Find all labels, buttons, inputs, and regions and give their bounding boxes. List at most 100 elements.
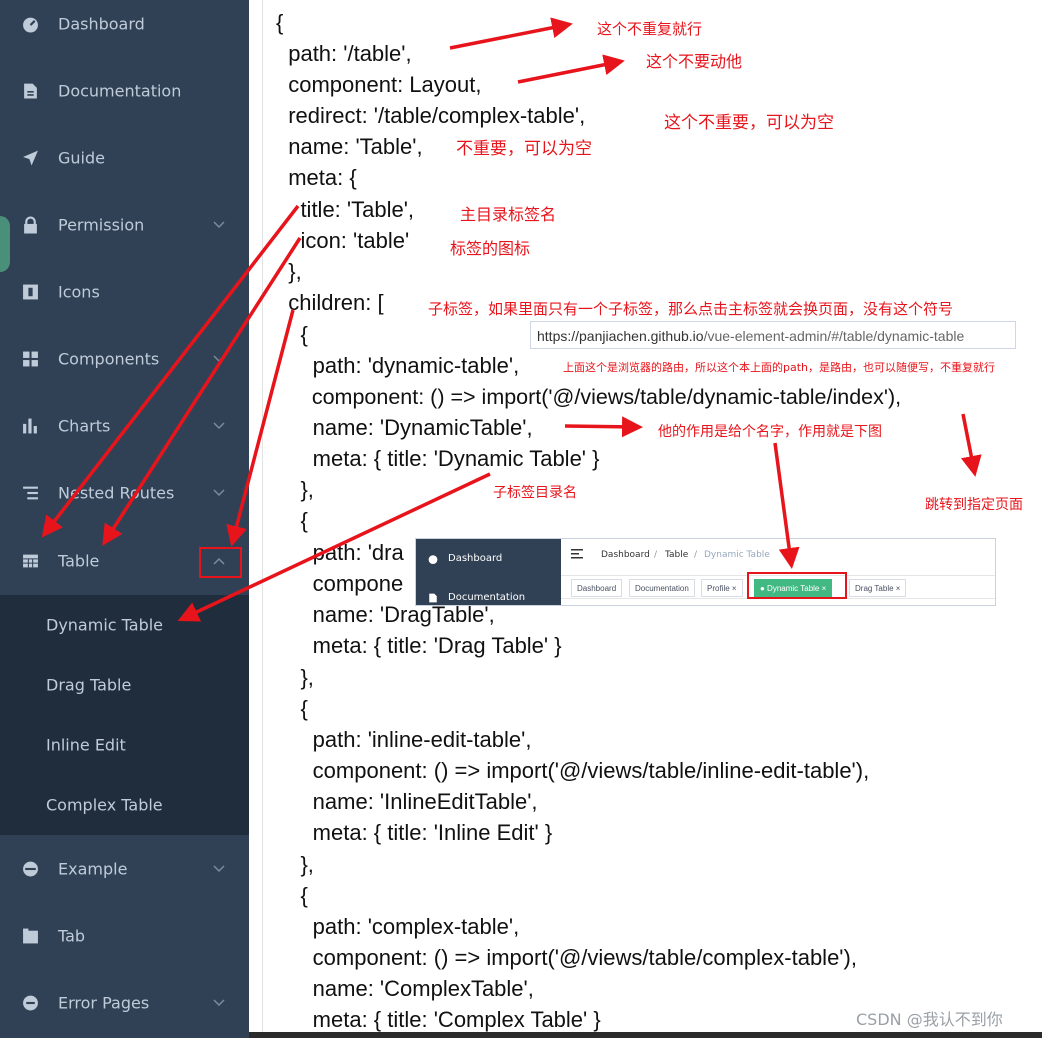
chevron-down-icon [213,998,225,1006]
submenu-item-complex-table[interactable]: Complex Table [0,775,249,835]
sidebar-item-label: Example [58,859,128,878]
code-line: meta: { title: 'Inline Edit' } [276,820,553,845]
code-line: }, [276,665,314,690]
sidebar-item-label: Table [58,551,100,570]
code-line: { [276,322,308,347]
annotation-highlight-box [199,547,242,578]
sidebar-item-label: Dashboard [58,14,145,33]
guide-icon [23,150,38,165]
submenu-item-inline-edit[interactable]: Inline Edit [0,715,249,775]
code-line: name: 'DynamicTable', [276,415,533,440]
inset-breadcrumb-table: Table [665,550,689,560]
bottom-bar [249,1032,1042,1038]
watermark: CSDN @我认不到你 [856,1010,1003,1029]
chevron-down-icon [213,220,225,228]
annotation-children: 子标签，如果里面只有一个子标签，那么点击主标签就会换页面，没有这个符号 [428,300,954,318]
code-line: component: () => import('@/views/table/i… [276,758,870,783]
chevron-down-icon [213,421,225,429]
sidebar-item-example[interactable]: Example [0,835,249,902]
sidebar-item-tab[interactable]: Tab [0,902,249,969]
code-line: path: '/table', [276,41,412,66]
document-icon [429,593,437,603]
code-line: compone [276,571,404,596]
code-line: meta: { title: 'Dynamic Table' } [276,446,600,471]
inset-tag-drag-table: Drag Table × [849,579,907,597]
code-line: path: 'dra [276,540,404,565]
dashboard-icon [23,17,38,32]
annotation-child-title: 子标签目录名 [493,485,577,501]
annotation-path: 这个不重复就行 [597,20,703,38]
code-line: icon: 'table' [276,228,410,253]
document-icon [24,83,37,98]
sidebar-item-documentation[interactable]: Documentation [0,57,249,124]
icons-icon [23,284,38,299]
code-line: children: [ [276,290,384,315]
browser-url-bar: https://panjiachen.github.io/vue-element… [530,321,1016,349]
inset-breadcrumb-dashboard: Dashboard [601,550,650,560]
sidebar-item-label: Components [58,349,160,368]
code-line: meta: { title: 'Complex Table' } [276,1007,601,1032]
code-line: { [276,696,308,721]
sidebar-item-nested-routes[interactable]: Nested Routes [0,459,249,526]
nested-icon [23,486,38,499]
code-line: { [276,10,284,35]
annotation-icon: 标签的图标 [450,239,531,258]
code-line: name: 'Table', [276,134,423,159]
sidebar-item-icons[interactable]: Icons [0,258,249,325]
annotation-child-path: 上面这个是浏览器的路由，所以这个本上面的path，是路由，也可以随便写，不重复就… [563,361,996,374]
annotation-name: 不重要，可以为空 [456,139,592,159]
sidebar-item-guide[interactable]: Guide [0,124,249,191]
sidebar-item-charts[interactable]: Charts [0,392,249,459]
inset-breadcrumb-separator: / [654,550,658,560]
submenu-item-label: Inline Edit [46,735,126,755]
code-line: component: Layout, [276,72,482,97]
chart-icon [23,418,37,433]
code-line: path: 'dynamic-table', [276,353,520,378]
submenu-item-label: Complex Table [46,795,163,815]
code-line: title: 'Table', [276,197,415,222]
sidebar-item-label: Documentation [58,81,182,100]
sidebar-item-label: Permission [58,215,145,234]
sidebar-item-components[interactable]: Components [0,325,249,392]
code-line: }, [276,259,302,284]
code-line: { [276,508,308,533]
url-host: https://panjiachen.github.io [537,328,704,344]
code-line: path: 'inline-edit-table', [276,727,532,752]
sidebar-item-label: Icons [58,282,100,301]
code-line: component: () => import('@/views/table/d… [276,385,902,409]
submenu-item-label: Dynamic Table [46,615,164,635]
dashboard-icon [428,555,438,564]
example-icon [23,861,38,876]
code-line: redirect: '/table/complex-table', [276,103,586,128]
inset-sidebar-label: Dashboard [448,553,503,564]
sidebar-item-error-pages[interactable]: Error Pages [0,969,249,1036]
annotation-child-name: 他的作用是给个名字，作用就是下图 [658,424,882,440]
sidebar-item-dashboard[interactable]: Dashboard [0,0,249,57]
annotation-redirect: 这个不重要，可以为空 [664,113,834,133]
inset-screenshot: Dashboard Documentation Dashboard / Tabl… [415,538,996,606]
submenu-item-label: Drag Table [46,675,132,695]
inset-tag-profile: Profile × [701,579,743,597]
code-line: name: 'InlineEditTable', [276,789,538,814]
error-icon [23,995,38,1010]
url-path: /vue-element-admin/#/table/dynamic-table [703,328,965,344]
table-icon [23,554,38,567]
inset-sidebar: Dashboard Documentation [416,539,561,605]
submenu-item-dynamic-table[interactable]: Dynamic Table [0,595,249,655]
sidebar-item-label: Guide [58,148,105,167]
sidebar-item-permission[interactable]: Permission [0,191,249,258]
submenu-item-drag-table[interactable]: Drag Table [0,655,249,715]
annotation-highlight-box [747,572,847,599]
annotation-component: 这个不要动他 [646,52,743,71]
lock-icon [24,216,37,233]
hamburger-icon [571,549,583,559]
code-line: meta: { [276,165,357,190]
inset-breadcrumb-separator: / [694,550,698,560]
sidebar-item-label: Charts [58,416,111,435]
chevron-down-icon [213,488,225,496]
code-line: name: 'ComplexTable', [276,976,534,1001]
components-icon [23,351,38,366]
annotation-child-component: 跳转到指定页面 [925,497,1023,513]
sidebar-item-label: Nested Routes [58,483,175,502]
inset-sidebar-label: Documentation [448,592,526,603]
